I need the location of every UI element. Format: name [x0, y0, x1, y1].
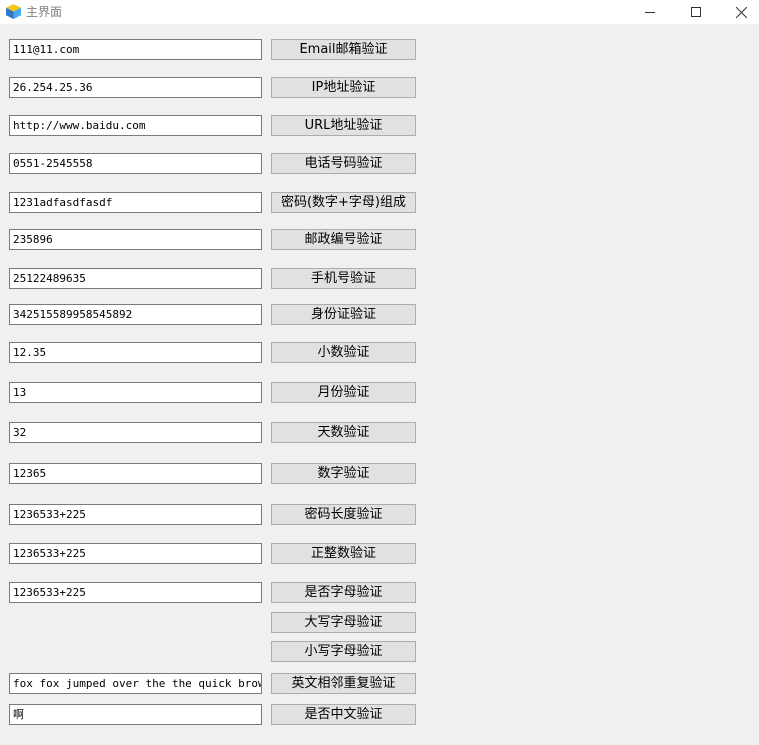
uppercase-validate-button[interactable]: 大写字母验证: [271, 612, 416, 633]
app-icon: [6, 4, 21, 19]
phone-input[interactable]: 0551-2545558: [9, 153, 262, 174]
letter-validate-button[interactable]: 是否字母验证: [271, 582, 416, 603]
maximize-icon: [691, 7, 701, 17]
day-input[interactable]: 32: [9, 422, 262, 443]
minimize-icon: [645, 12, 655, 13]
maximize-button[interactable]: [673, 0, 719, 24]
title-bar: 主界面: [0, 0, 759, 24]
email-input[interactable]: 111@11.com: [9, 39, 262, 60]
password-length-input[interactable]: 1236533+225: [9, 504, 262, 525]
password-input[interactable]: 1231adfasdfasdf: [9, 192, 262, 213]
minimize-button[interactable]: [627, 0, 673, 24]
number-input[interactable]: 12365: [9, 463, 262, 484]
positive-integer-validate-button[interactable]: 正整数验证: [271, 543, 416, 564]
positive-integer-input[interactable]: 1236533+225: [9, 543, 262, 564]
postcode-validate-button[interactable]: 邮政编号验证: [271, 229, 416, 250]
email-validate-button[interactable]: Email邮箱验证: [271, 39, 416, 60]
postcode-input[interactable]: 235896: [9, 229, 262, 250]
url-validate-button[interactable]: URL地址验证: [271, 115, 416, 136]
number-validate-button[interactable]: 数字验证: [271, 463, 416, 484]
close-icon: [735, 6, 747, 18]
id-card-input[interactable]: 342515589958545892: [9, 304, 262, 325]
close-button[interactable]: [718, 0, 759, 24]
phone-validate-button[interactable]: 电话号码验证: [271, 153, 416, 174]
month-validate-button[interactable]: 月份验证: [271, 382, 416, 403]
repeat-word-validate-button[interactable]: 英文相邻重复验证: [271, 673, 416, 694]
lowercase-validate-button[interactable]: 小写字母验证: [271, 641, 416, 662]
ip-validate-button[interactable]: IP地址验证: [271, 77, 416, 98]
ip-input[interactable]: 26.254.25.36: [9, 77, 262, 98]
id-card-validate-button[interactable]: 身份证验证: [271, 304, 416, 325]
decimal-input[interactable]: 12.35: [9, 342, 262, 363]
chinese-input[interactable]: 啊: [9, 704, 262, 725]
month-input[interactable]: 13: [9, 382, 262, 403]
mobile-input[interactable]: 25122489635: [9, 268, 262, 289]
url-input[interactable]: http://www.baidu.com: [9, 115, 262, 136]
day-validate-button[interactable]: 天数验证: [271, 422, 416, 443]
letter-input[interactable]: 1236533+225: [9, 582, 262, 603]
password-length-validate-button[interactable]: 密码长度验证: [271, 504, 416, 525]
window-title: 主界面: [26, 5, 63, 19]
decimal-validate-button[interactable]: 小数验证: [271, 342, 416, 363]
chinese-validate-button[interactable]: 是否中文验证: [271, 704, 416, 725]
mobile-validate-button[interactable]: 手机号验证: [271, 268, 416, 289]
password-compose-validate-button[interactable]: 密码(数字+字母)组成: [271, 192, 416, 213]
repeat-word-input[interactable]: fox fox jumped over the the quick brown: [9, 673, 262, 694]
